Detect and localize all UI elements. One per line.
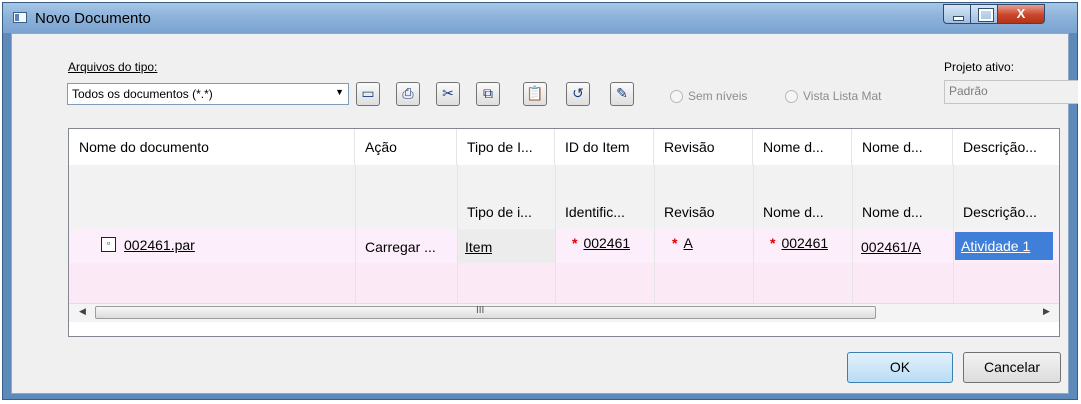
item-id-value[interactable]: 002461 [583,235,630,251]
paste-button[interactable]: 📋 [523,82,547,106]
app-icon [13,12,27,23]
save-button[interactable]: ▭ [356,82,380,106]
cancel-button[interactable]: Cancelar [963,352,1061,383]
column-header-name-d1[interactable]: Nome d... [753,129,852,165]
column-header-action[interactable]: Ação [355,129,457,165]
documents-grid: Nome do documento Ação Tipo de I... ID d… [68,128,1060,337]
subheader-revision: Revisão [664,204,715,220]
required-star-icon: * [672,235,678,251]
revision-cell[interactable]: * A [672,235,693,251]
horizontal-scrollbar[interactable]: ◀ III ▶ [69,303,1059,322]
undo-button[interactable]: ↺ [566,82,590,106]
cut-button[interactable]: ✂ [436,82,460,106]
close-button[interactable]: X [997,4,1045,24]
grid-band-top [69,165,1059,195]
close-icon: X [1016,6,1026,21]
vista-lista-mat-label: Vista Lista Mat [803,89,882,103]
edit-button[interactable]: ✎ [610,82,634,106]
name-d2-cell[interactable]: 002461/A [861,239,921,255]
scroll-right-icon[interactable]: ▶ [1043,306,1050,317]
column-header-name[interactable]: Nome do documento [69,129,355,165]
maximize-button[interactable] [970,4,998,24]
name-d1-value[interactable]: 002461 [781,235,828,251]
chevron-down-icon: ▼ [335,87,344,97]
scroll-thumb[interactable]: III [95,305,876,319]
active-project-label: Projeto ativo: [944,60,1015,74]
name-d1-cell[interactable]: * 002461 [770,235,828,251]
active-project-field: Padrão [944,80,1078,104]
grid-empty-row [69,263,1059,303]
undo-icon: ↺ [572,85,584,101]
print-icon: ⎙ [402,85,414,101]
subheader-description: Descrição... [963,204,1037,220]
copy-button[interactable]: ⧉ [476,82,500,106]
type-cell[interactable]: Item [465,239,492,255]
scroll-grip: III [476,305,485,316]
title-bar[interactable]: Novo Documento X [3,3,1077,33]
window-title: Novo Documento [35,10,151,27]
column-header-name-d2[interactable]: Nome d... [852,129,953,165]
column-header-item-id[interactable]: ID do Item [555,129,654,165]
column-header-description[interactable]: Descrição... [953,129,1059,165]
subheader-name-d1: Nome d... [763,204,824,220]
document-name-cell[interactable]: ▫ 002461.par [101,237,195,256]
minimize-button[interactable] [943,4,971,24]
ok-button[interactable]: OK [847,352,953,383]
minimize-icon [953,16,964,21]
file-type-dropdown[interactable]: Todos os documentos (*.*) ▼ [67,83,349,105]
part-document-icon: ▫ [101,237,116,252]
cut-icon: ✂ [442,85,454,101]
column-header-revision[interactable]: Revisão [654,129,753,165]
required-star-icon: * [770,235,776,251]
print-button[interactable]: ⎙ [396,82,420,106]
paste-icon: 📋 [526,85,544,101]
subheader-item-id: Identific... [565,204,625,220]
column-header-type[interactable]: Tipo de I... [457,129,555,165]
action-cell[interactable]: Carregar ... [365,239,436,255]
scroll-left-icon[interactable]: ◀ [79,306,86,317]
copy-icon: ⧉ [483,85,493,101]
item-id-cell[interactable]: * 002461 [572,235,630,251]
description-cell[interactable]: Atividade 1 [955,232,1053,260]
maximize-icon [978,8,994,22]
file-type-label: Arquivos do tipo: [68,60,158,74]
sem-niveis-radio[interactable] [670,90,683,103]
sem-niveis-label: Sem níveis [688,89,748,103]
required-star-icon: * [572,235,578,251]
edit-icon: ✎ [616,85,628,101]
save-icon: ▭ [361,85,375,101]
subheader-type: Tipo de i... [467,204,532,220]
subheader-name-d2: Nome d... [862,204,923,220]
document-name-link[interactable]: 002461.par [124,237,195,253]
file-type-value: Todos os documentos (*.*) [72,87,213,101]
vista-lista-mat-radio[interactable] [785,90,798,103]
revision-value[interactable]: A [683,235,692,251]
